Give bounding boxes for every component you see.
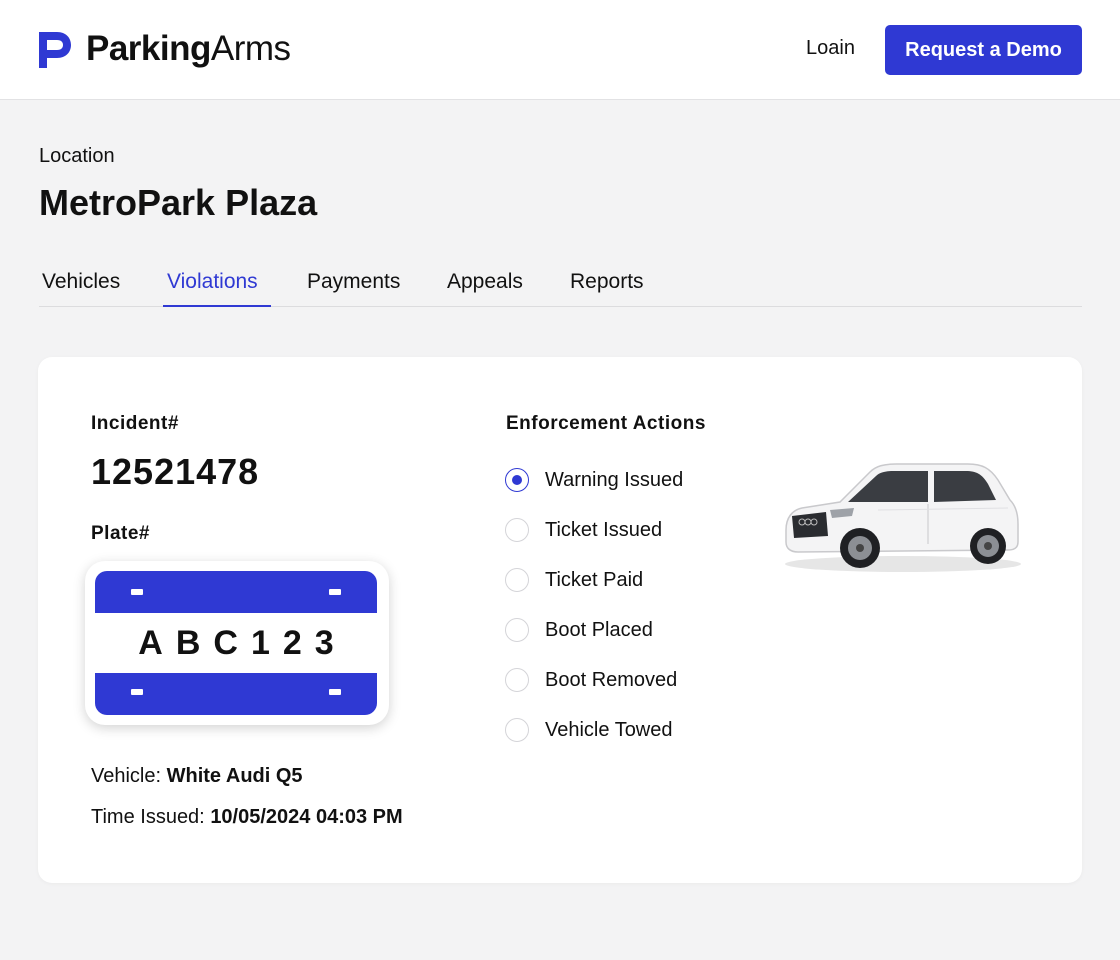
option-label: Vehicle Towed bbox=[545, 718, 673, 741]
option-label: Boot Placed bbox=[545, 618, 653, 641]
brand-name[interactable]: ParkingArms bbox=[86, 29, 291, 69]
radio-button[interactable] bbox=[505, 668, 529, 692]
plate-number: ABC123 bbox=[138, 623, 347, 662]
plate-bolt-icon bbox=[131, 589, 143, 595]
vehicle-value: White Audi Q5 bbox=[166, 765, 303, 787]
top-navbar: ParkingArms Loain Request a Demo bbox=[0, 0, 1120, 100]
radio-button[interactable] bbox=[505, 518, 529, 542]
option-label: Warning Issued bbox=[545, 468, 684, 491]
option-ticket-issued[interactable]: Ticket Issued bbox=[505, 517, 662, 543]
active-tab-indicator bbox=[163, 305, 271, 307]
option-warning-issued[interactable]: Warning Issued bbox=[505, 467, 683, 493]
plate-label: Plate# bbox=[91, 523, 150, 544]
option-boot-removed[interactable]: Boot Removed bbox=[505, 667, 677, 693]
radio-button[interactable] bbox=[505, 718, 529, 742]
option-label: Boot Removed bbox=[545, 668, 678, 691]
tab-appeals[interactable]: Appeals bbox=[447, 270, 523, 304]
license-plate: ABC123 bbox=[85, 561, 389, 725]
plate-bolt-icon bbox=[131, 689, 143, 695]
option-boot-placed[interactable]: Boot Placed bbox=[505, 617, 653, 643]
plate-bolt-icon bbox=[329, 589, 341, 595]
white-suv-car-icon bbox=[785, 463, 1021, 572]
tab-reports[interactable]: Reports bbox=[570, 270, 644, 304]
tab-bar: Vehicles Violations Payments Appeals Rep… bbox=[39, 262, 1082, 307]
option-label: Ticket Paid bbox=[545, 568, 644, 591]
plate-top-band bbox=[95, 571, 377, 613]
incident-card: Incident# 12521478 Plate# ABC123 Vehicle… bbox=[38, 357, 1082, 883]
plate-bottom-band bbox=[95, 673, 377, 715]
tab-vehicles[interactable]: Vehicles bbox=[42, 270, 120, 304]
time-issued-label: Time Issued: bbox=[91, 806, 205, 828]
location-name: MetroPark Plaza bbox=[39, 182, 318, 223]
tab-payments[interactable]: Payments bbox=[307, 270, 400, 304]
radio-button[interactable] bbox=[505, 568, 529, 592]
time-issued-info: Time Issued: 10/05/2024 04:03 PM bbox=[91, 806, 403, 829]
parkingarms-logo-icon[interactable] bbox=[37, 30, 73, 70]
request-demo-button[interactable]: Request a Demo bbox=[885, 25, 1082, 75]
plate-bolt-icon bbox=[329, 689, 341, 695]
option-vehicle-towed[interactable]: Vehicle Towed bbox=[505, 717, 673, 743]
radio-dot-icon bbox=[512, 475, 522, 485]
option-label: Ticket Issued bbox=[545, 518, 663, 541]
incident-number: 12521478 bbox=[91, 451, 260, 492]
radio-button[interactable] bbox=[505, 618, 529, 642]
brand-name-bold: Parking bbox=[86, 29, 211, 68]
option-ticket-paid[interactable]: Ticket Paid bbox=[505, 567, 643, 593]
location-label: Location bbox=[39, 145, 115, 167]
login-link[interactable]: Loain bbox=[806, 37, 855, 60]
brand-name-regular: Arms bbox=[210, 29, 291, 68]
radio-button[interactable] bbox=[505, 468, 529, 492]
vehicle-label: Vehicle: bbox=[91, 765, 162, 787]
incident-label: Incident# bbox=[91, 413, 179, 434]
time-issued-value: 10/05/2024 04:03 PM bbox=[210, 806, 403, 828]
tab-violations[interactable]: Violations bbox=[167, 270, 258, 304]
enforcement-actions-title: Enforcement Actions bbox=[506, 413, 706, 434]
vehicle-info: Vehicle: White Audi Q5 bbox=[91, 765, 303, 788]
